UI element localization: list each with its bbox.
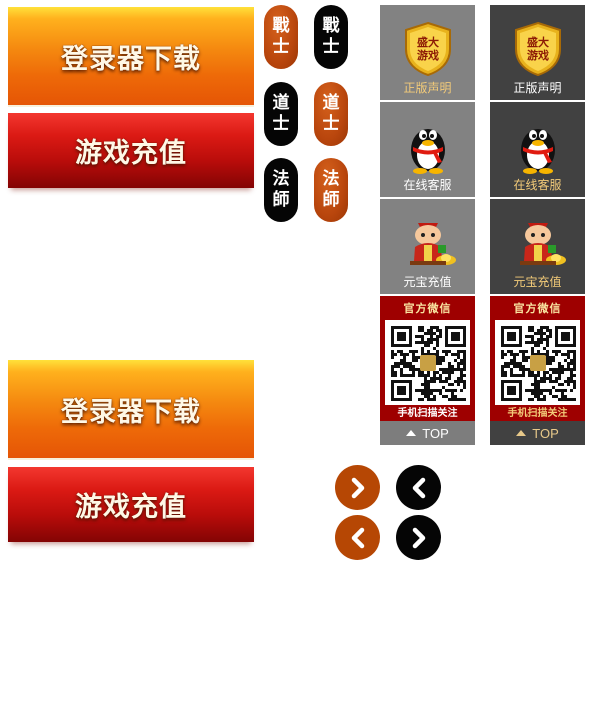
warrior-badge-char-1: 戰 [322, 16, 340, 36]
official-wechat-card-hover: 官方微信 手机扫描关注 [490, 296, 585, 421]
ingot-recharge-tile[interactable]: 元宝充值 [380, 199, 475, 294]
game-recharge-label: 游戏充值 [75, 138, 187, 169]
warrior-badge[interactable]: 戰 士 [264, 5, 298, 69]
mage-badge-char-1: 法 [322, 169, 340, 189]
taoist-badge-char-1: 道 [322, 93, 340, 113]
triangle-up-icon [406, 430, 417, 436]
wechat-caption: 手机扫描关注 [397, 408, 458, 419]
prev-arrow-button[interactable] [335, 515, 380, 560]
back-to-top-button-hover[interactable]: TOP [490, 421, 585, 445]
chevron-right-icon [351, 477, 364, 498]
official-notice-tile-hover[interactable]: 盛大 游戏 正版声明 [490, 5, 585, 100]
download-launcher-label: 登录器下载 [61, 43, 201, 75]
chevron-left-icon [412, 477, 425, 498]
chevron-right-icon [412, 527, 425, 548]
game-recharge-label: 游戏充值 [75, 492, 187, 523]
wechat-qr-code [495, 320, 580, 405]
warrior-badge-char-2: 士 [322, 37, 340, 57]
official-notice-label: 正版声明 [513, 81, 562, 95]
mage-badge-active[interactable]: 法 師 [264, 158, 298, 222]
online-service-label: 在线客服 [403, 178, 452, 192]
ingot-recharge-tile-hover[interactable]: 元宝充值 [490, 199, 585, 294]
online-service-tile-hover[interactable]: 在线客服 [490, 102, 585, 197]
game-recharge-button[interactable]: 游戏充值 [8, 113, 254, 188]
download-launcher-label: 登录器下载 [61, 396, 201, 428]
back-to-top-button[interactable]: TOP [380, 421, 475, 445]
warrior-badge-char-2: 士 [272, 37, 290, 57]
shield-icon: 盛大 游戏 [404, 21, 451, 77]
next-arrow-button-active[interactable] [396, 515, 441, 560]
wechat-caption: 手机扫描关注 [507, 408, 568, 419]
official-notice-tile[interactable]: 盛大 游戏 正版声明 [380, 5, 475, 100]
ingot-mascot-icon [409, 223, 456, 265]
back-to-top-label: TOP [532, 425, 559, 441]
official-notice-label: 正版声明 [403, 81, 452, 95]
mage-badge[interactable]: 法 師 [314, 158, 348, 222]
back-to-top-label: TOP [422, 425, 449, 441]
wechat-title: 官方微信 [403, 302, 452, 315]
taoist-badge-char-2: 士 [322, 114, 340, 134]
qq-penguin-icon [410, 129, 445, 174]
ingot-recharge-label: 元宝充值 [513, 275, 562, 289]
taoist-badge-char-1: 道 [272, 93, 290, 113]
mage-badge-char-1: 法 [272, 169, 290, 189]
download-launcher-button[interactable]: 登录器下载 [8, 7, 254, 107]
next-arrow-button[interactable] [335, 465, 380, 510]
game-recharge-button-alt[interactable]: 游戏充值 [8, 467, 254, 542]
triangle-up-icon [516, 430, 527, 436]
warrior-badge-active[interactable]: 戰 士 [314, 5, 348, 69]
shield-text-2: 游戏 [417, 48, 439, 62]
wechat-title: 官方微信 [513, 302, 562, 315]
official-wechat-card: 官方微信 手机扫描关注 [380, 296, 475, 421]
prev-arrow-button-active[interactable] [396, 465, 441, 510]
qq-penguin-icon [520, 129, 555, 174]
shield-text-1: 盛大 [527, 35, 549, 49]
shield-icon: 盛大 游戏 [514, 21, 561, 77]
shield-text-2: 游戏 [527, 48, 549, 62]
shield-text-1: 盛大 [417, 35, 439, 49]
warrior-badge-char-1: 戰 [272, 16, 290, 36]
online-service-tile[interactable]: 在线客服 [380, 102, 475, 197]
mage-badge-char-2: 師 [322, 190, 340, 210]
taoist-badge[interactable]: 道 士 [314, 82, 348, 146]
chevron-left-icon [351, 527, 364, 548]
taoist-badge-char-2: 士 [272, 114, 290, 134]
ingot-mascot-icon [519, 223, 566, 265]
wechat-qr-code [385, 320, 470, 405]
online-service-label: 在线客服 [513, 178, 562, 192]
download-launcher-button-alt[interactable]: 登录器下载 [8, 360, 254, 460]
mage-badge-char-2: 師 [272, 190, 290, 210]
ingot-recharge-label: 元宝充值 [403, 275, 452, 289]
taoist-badge-active[interactable]: 道 士 [264, 82, 298, 146]
